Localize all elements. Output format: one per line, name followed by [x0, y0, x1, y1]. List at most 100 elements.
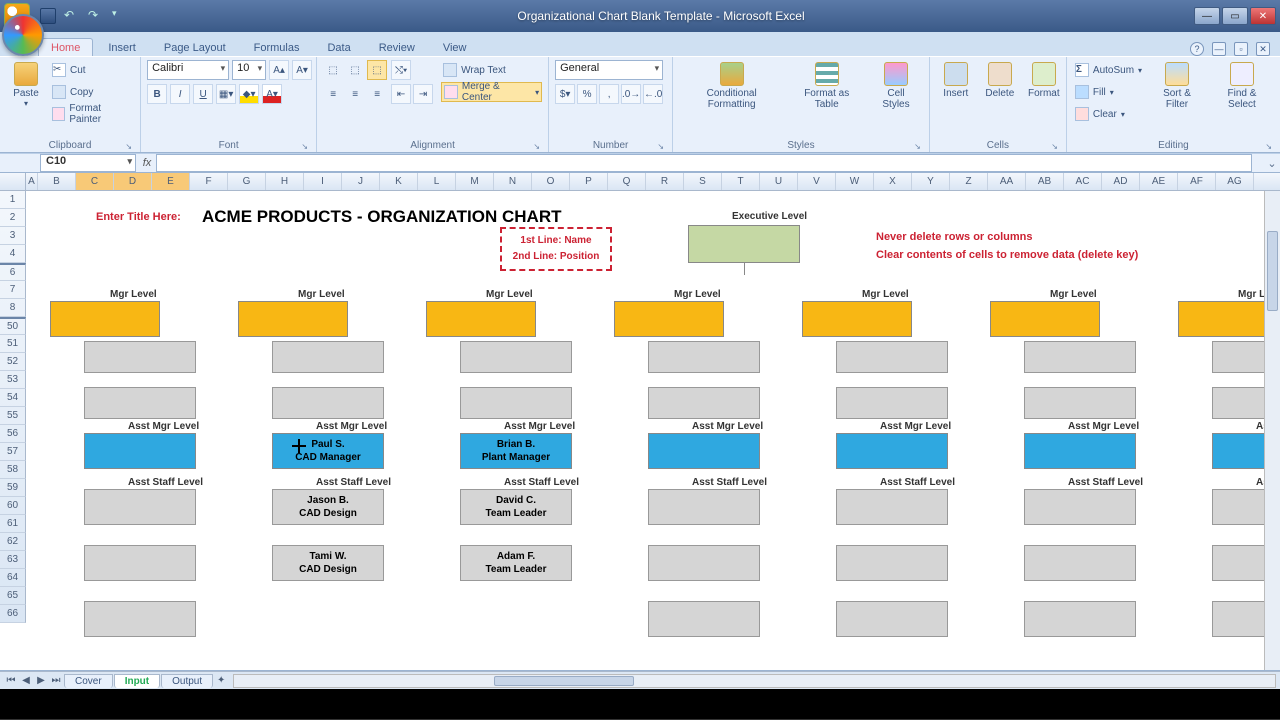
- mgr-box[interactable]: [802, 301, 912, 337]
- row-headers[interactable]: 1234678505152535455565758596061626364656…: [0, 191, 26, 623]
- tab-page-layout[interactable]: Page Layout: [151, 38, 239, 56]
- col-header-AF[interactable]: AF: [1178, 173, 1216, 190]
- hscroll-thumb[interactable]: [494, 676, 634, 686]
- merge-center-button[interactable]: Merge & Center▾: [441, 82, 542, 102]
- undo-icon[interactable]: ↶: [64, 8, 80, 24]
- comma-button[interactable]: ,: [599, 84, 619, 104]
- col-header-AA[interactable]: AA: [988, 173, 1026, 190]
- ribbon-restore-icon[interactable]: ▫: [1234, 42, 1248, 56]
- asst-staff-box[interactable]: Tami W.CAD Design: [272, 545, 384, 581]
- staff-box[interactable]: [272, 387, 384, 419]
- align-bottom-button[interactable]: ⬚: [367, 60, 387, 80]
- mgr-box[interactable]: [990, 301, 1100, 337]
- asst-staff-box[interactable]: David C.Team Leader: [460, 489, 572, 525]
- asst-mgr-box[interactable]: [84, 433, 196, 469]
- decrease-decimal-button[interactable]: ←.0: [643, 84, 663, 104]
- paste-button[interactable]: Paste▾: [6, 60, 46, 110]
- minimize-button[interactable]: —: [1194, 7, 1220, 25]
- formula-input[interactable]: [156, 154, 1252, 172]
- staff-box[interactable]: [648, 387, 760, 419]
- row-header-7[interactable]: 7: [0, 281, 26, 299]
- col-header-N[interactable]: N: [494, 173, 532, 190]
- row-header-53[interactable]: 53: [0, 371, 26, 389]
- row-header-8[interactable]: 8: [0, 299, 26, 317]
- fx-icon[interactable]: fx: [138, 157, 156, 169]
- align-top-button[interactable]: ⬚: [323, 60, 343, 80]
- staff-box[interactable]: [648, 341, 760, 373]
- font-size-select[interactable]: 10: [232, 60, 266, 80]
- col-header-AG[interactable]: AG: [1216, 173, 1254, 190]
- office-button[interactable]: [2, 14, 44, 56]
- row-header-4[interactable]: 4: [0, 245, 26, 263]
- col-header-H[interactable]: H: [266, 173, 304, 190]
- doc-close-icon[interactable]: ✕: [1256, 42, 1270, 56]
- ribbon-minimize-icon[interactable]: —: [1212, 42, 1226, 56]
- row-header-1[interactable]: 1: [0, 191, 26, 209]
- row-header-64[interactable]: 64: [0, 569, 26, 587]
- col-header-T[interactable]: T: [722, 173, 760, 190]
- redo-icon[interactable]: ↷: [88, 8, 104, 24]
- bold-button[interactable]: B: [147, 84, 167, 104]
- row-header-63[interactable]: 63: [0, 551, 26, 569]
- col-header-I[interactable]: I: [304, 173, 342, 190]
- align-right-button[interactable]: ≡: [367, 84, 387, 104]
- row-header-51[interactable]: 51: [0, 335, 26, 353]
- save-icon[interactable]: [40, 8, 56, 24]
- row-header-59[interactable]: 59: [0, 479, 26, 497]
- insert-cells-button[interactable]: Insert: [936, 60, 976, 101]
- tab-nav-next[interactable]: ▶: [34, 674, 48, 688]
- delete-cells-button[interactable]: Delete: [980, 60, 1020, 101]
- sheet-tab-input[interactable]: Input: [114, 674, 160, 688]
- col-header-M[interactable]: M: [456, 173, 494, 190]
- cut-button[interactable]: ✂Cut: [50, 60, 134, 80]
- staff-box[interactable]: [460, 341, 572, 373]
- asst-staff-box[interactable]: Adam F.Team Leader: [460, 545, 572, 581]
- col-header-Q[interactable]: Q: [608, 173, 646, 190]
- vertical-scrollbar[interactable]: [1264, 191, 1280, 670]
- mgr-box[interactable]: [50, 301, 160, 337]
- staff-box[interactable]: [1024, 341, 1136, 373]
- col-header-AD[interactable]: AD: [1102, 173, 1140, 190]
- fill-button[interactable]: Fill▾: [1073, 82, 1144, 102]
- col-header-Z[interactable]: Z: [950, 173, 988, 190]
- staff-box[interactable]: [460, 387, 572, 419]
- asst-staff-box[interactable]: [1024, 601, 1136, 637]
- name-box[interactable]: C10: [40, 154, 136, 172]
- col-header-V[interactable]: V: [798, 173, 836, 190]
- row-header-55[interactable]: 55: [0, 407, 26, 425]
- col-header-W[interactable]: W: [836, 173, 874, 190]
- asst-staff-box[interactable]: [84, 601, 196, 637]
- close-button[interactable]: ✕: [1250, 7, 1276, 25]
- increase-indent-button[interactable]: ⇥: [413, 84, 433, 104]
- row-header-52[interactable]: 52: [0, 353, 26, 371]
- row-header-58[interactable]: 58: [0, 461, 26, 479]
- asst-staff-box[interactable]: [836, 545, 948, 581]
- asst-staff-box[interactable]: [84, 489, 196, 525]
- font-name-select[interactable]: Calibri: [147, 60, 229, 80]
- clear-button[interactable]: Clear▾: [1073, 104, 1144, 124]
- sort-filter-button[interactable]: Sort & Filter: [1148, 60, 1206, 112]
- formula-expand-icon[interactable]: ⌄: [1264, 157, 1280, 170]
- increase-decimal-button[interactable]: .0→: [621, 84, 641, 104]
- col-header-AB[interactable]: AB: [1026, 173, 1064, 190]
- format-painter-button[interactable]: Format Painter: [50, 104, 134, 124]
- decrease-indent-button[interactable]: ⇤: [391, 84, 411, 104]
- col-header-K[interactable]: K: [380, 173, 418, 190]
- col-header-L[interactable]: L: [418, 173, 456, 190]
- align-middle-button[interactable]: ⬚: [345, 60, 365, 80]
- row-header-3[interactable]: 3: [0, 227, 26, 245]
- copy-button[interactable]: Copy: [50, 82, 134, 102]
- tab-nav-prev[interactable]: ◀: [19, 674, 33, 688]
- format-as-table-button[interactable]: Format as Table: [788, 60, 865, 112]
- cell-styles-button[interactable]: Cell Styles: [869, 60, 923, 112]
- tab-review[interactable]: Review: [366, 38, 428, 56]
- tab-nav-last[interactable]: ⏭: [49, 674, 63, 688]
- row-header-60[interactable]: 60: [0, 497, 26, 515]
- col-header-AE[interactable]: AE: [1140, 173, 1178, 190]
- underline-button[interactable]: U: [193, 84, 213, 104]
- asst-mgr-box[interactable]: Brian B.Plant Manager: [460, 433, 572, 469]
- select-all-corner[interactable]: [0, 173, 26, 191]
- staff-box[interactable]: [84, 387, 196, 419]
- asst-mgr-box[interactable]: [648, 433, 760, 469]
- format-cells-button[interactable]: Format: [1024, 60, 1064, 101]
